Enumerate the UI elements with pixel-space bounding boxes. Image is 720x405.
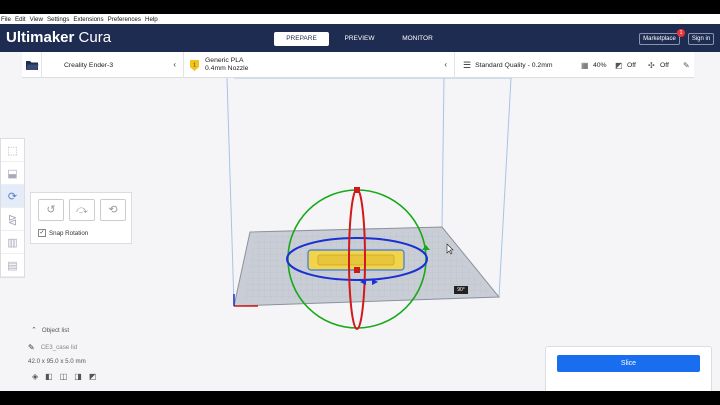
- header-bar: Ultimaker Cura PREPARE PREVIEW MONITOR M…: [0, 24, 720, 52]
- pencil-icon[interactable]: ✎: [28, 343, 35, 352]
- build-volume-edge: [498, 78, 512, 298]
- folder-icon: [25, 60, 38, 70]
- tool-panel: ⬚ ⬓ ⟳ ⧎ ▥ ▤: [0, 138, 25, 278]
- menu-extensions[interactable]: Extensions: [73, 16, 103, 23]
- stage-tabs: PREPARE PREVIEW MONITOR: [274, 32, 448, 46]
- object-list-header: Object list: [41, 326, 70, 334]
- per-model-settings-icon: ▥: [7, 236, 18, 249]
- material-info: Generic PLA 0.4mm Nozzle: [205, 57, 248, 73]
- menu-view[interactable]: View: [30, 16, 43, 23]
- 3d-view-icon[interactable]: ◈: [32, 372, 38, 381]
- reset-rotation-icon: ↺: [46, 204, 56, 216]
- checkbox-checked-icon[interactable]: ✓: [38, 229, 46, 237]
- rotate-handle-red[interactable]: [354, 267, 360, 273]
- right-view-icon[interactable]: ◩: [89, 372, 97, 381]
- build-volume-edge: [226, 78, 235, 307]
- cura-window: File Edit View Settings Extensions Prefe…: [0, 14, 720, 391]
- slice-button[interactable]: Slice: [557, 355, 700, 372]
- snap-rotation-label: Snap Rotation: [49, 229, 89, 237]
- move-icon: ⬚: [7, 144, 18, 157]
- menu-help[interactable]: Help: [145, 16, 158, 23]
- support-value: Off: [627, 61, 636, 69]
- extruder-icon: 1: [190, 59, 199, 71]
- object-name[interactable]: CE3_case lid: [41, 344, 77, 351]
- tab-monitor[interactable]: MONITOR: [390, 32, 445, 46]
- printer-selector[interactable]: Creality Ender-3 ‹: [42, 52, 184, 78]
- support-blocker-icon: ▤: [7, 259, 18, 272]
- menu-settings[interactable]: Settings: [47, 16, 69, 23]
- support-blocker-button[interactable]: ▤: [1, 254, 24, 277]
- reset-rotation-button[interactable]: ↺: [38, 199, 64, 221]
- brand-product: Cura: [78, 29, 112, 46]
- object-info-panel: ⌃ Object list ✎ CE3_case lid 42.0 x 95.0…: [28, 326, 86, 366]
- top-view-icon[interactable]: ◫: [60, 372, 68, 381]
- chevron-left-icon: ‹: [173, 60, 176, 69]
- rotate-handle-red[interactable]: [354, 187, 360, 193]
- infill-icon: ▦: [581, 60, 589, 70]
- mirror-icon: ⧎: [7, 213, 18, 226]
- material-selector[interactable]: 1 Generic PLA 0.4mm Nozzle ‹: [184, 52, 455, 78]
- model-top-detail: [317, 254, 395, 266]
- chevron-left-icon: ‹: [444, 60, 447, 69]
- mirror-tool-button[interactable]: ⧎: [1, 208, 24, 231]
- rotation-angle-tooltip: 90°: [454, 286, 468, 294]
- print-settings-selector[interactable]: ☰ Standard Quality - 0.2mm ▦ 40% ◩ Off ✣…: [455, 52, 694, 78]
- open-file-button[interactable]: [22, 52, 42, 78]
- support-icon: ◩: [615, 60, 623, 70]
- rotate-tool-options: ↺ ⤼ ⟲ ✓ Snap Rotation: [30, 192, 132, 244]
- menu-edit[interactable]: Edit: [15, 16, 26, 23]
- quality-profile: Standard Quality - 0.2mm: [475, 61, 553, 69]
- face-align-icon: ⟲: [108, 204, 118, 216]
- object-name-row: ✎ CE3_case lid: [28, 343, 86, 352]
- lay-flat-icon: ⤼: [76, 204, 88, 216]
- tab-prepare[interactable]: PREPARE: [274, 32, 329, 46]
- view-orientation-buttons: ◈ ◧ ◫ ◨ ◩: [32, 372, 103, 381]
- move-tool-button[interactable]: ⬚: [1, 139, 24, 162]
- front-view-icon[interactable]: ◧: [45, 372, 53, 381]
- print-config-bar: Creality Ender-3 ‹ 1 Generic PLA 0.4mm N…: [22, 52, 694, 78]
- brand-name: Ultimaker: [6, 29, 75, 46]
- scale-icon: ⬓: [7, 167, 18, 180]
- left-view-icon[interactable]: ◨: [74, 372, 82, 381]
- tab-preview[interactable]: PREVIEW: [332, 32, 387, 46]
- chevron-up-icon: ⌃: [31, 327, 37, 334]
- menu-bar: File Edit View Settings Extensions Prefe…: [0, 14, 720, 24]
- object-dimensions: 42.0 x 95.0 x 5.0 mm: [28, 358, 86, 365]
- material-name: Generic PLA: [205, 57, 244, 64]
- rotate-icon: ⟳: [7, 190, 18, 203]
- per-model-settings-button[interactable]: ▥: [1, 231, 24, 254]
- lay-flat-button[interactable]: ⤼: [69, 199, 95, 221]
- quality-icon: ☰: [463, 59, 472, 70]
- rotate-tool-button[interactable]: ⟳: [1, 185, 24, 208]
- marketplace-button[interactable]: Marketplace: [639, 33, 680, 45]
- nozzle-size: 0.4mm Nozzle: [205, 65, 249, 72]
- signin-button[interactable]: Sign in: [688, 33, 714, 45]
- marketplace-badge: 1: [677, 29, 685, 37]
- edit-pencil-icon: ✎: [683, 60, 690, 70]
- app-logo: Ultimaker Cura: [6, 29, 111, 46]
- adhesion-icon: ✣: [648, 60, 655, 70]
- action-panel: Slice: [545, 346, 712, 391]
- adhesion-value: Off: [660, 61, 669, 69]
- menu-preferences[interactable]: Preferences: [108, 16, 141, 23]
- scale-tool-button[interactable]: ⬓: [1, 162, 24, 185]
- printer-name: Creality Ender-3: [64, 61, 114, 69]
- build-volume-edge: [441, 78, 445, 228]
- snap-rotation-checkbox[interactable]: ✓ Snap Rotation: [38, 229, 88, 237]
- object-list-toggle[interactable]: ⌃ Object list: [28, 326, 86, 335]
- menu-file[interactable]: File: [1, 16, 11, 23]
- infill-value: 40%: [593, 61, 607, 69]
- svg-text:1: 1: [193, 62, 196, 68]
- select-face-to-align-button[interactable]: ⟲: [100, 199, 126, 221]
